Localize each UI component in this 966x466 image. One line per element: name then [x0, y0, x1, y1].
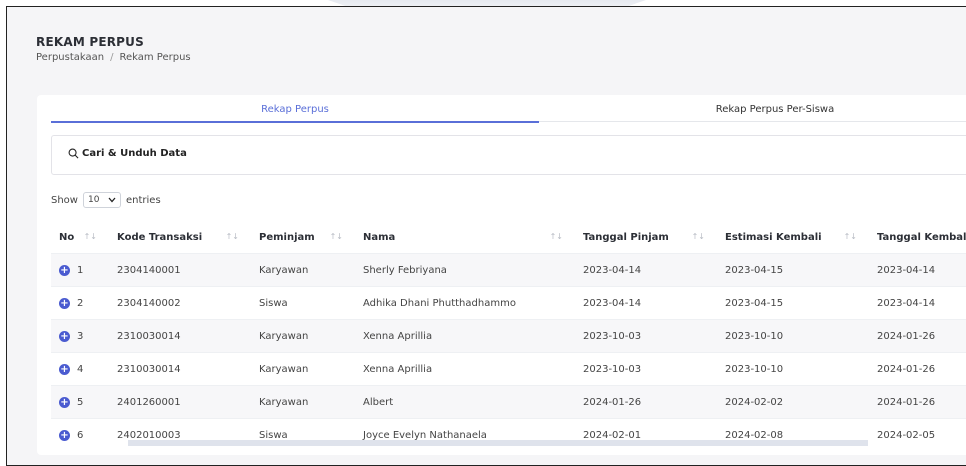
- peminjam-cell: Siswa: [251, 286, 355, 320]
- no-cell: +2: [51, 286, 109, 320]
- no-cell: +1: [51, 253, 109, 287]
- tanggal-pinjam-cell: 2023-10-03: [575, 352, 717, 386]
- peminjam-cell: Karyawan: [251, 319, 355, 353]
- column-header-nama[interactable]: Nama ↑↓: [355, 221, 575, 254]
- estimasi-kembali-cell: 2023-04-15: [717, 253, 869, 287]
- column-header-kode-transaksi[interactable]: Kode Transaksi ↑↓: [109, 221, 251, 254]
- estimasi-kembali-cell: 2023-10-10: [717, 352, 869, 386]
- peminjam-cell: Siswa: [251, 418, 355, 451]
- row-number: 6: [77, 429, 84, 441]
- table-header-row: No ↑↓ Kode Transaksi ↑↓ Peminjam ↑↓ Nama ↑↓ …: [51, 221, 966, 254]
- tanggal-pinjam-cell: 2024-01-26: [575, 385, 717, 419]
- chevron-down-icon: [108, 197, 116, 203]
- content-card: Rekap Perpus Rekap Perpus Per-Siswa Cari…: [37, 95, 966, 455]
- tanggal-kembali-cell: 2024-01-26: [869, 352, 966, 386]
- tab-bar: Rekap Perpus Rekap Perpus Per-Siswa: [51, 103, 966, 123]
- entries-control: Show 10 entries: [51, 192, 161, 208]
- nama-cell: Albert: [355, 385, 575, 419]
- breadcrumb-item-perpustakaan[interactable]: Perpustakaan: [36, 52, 104, 63]
- page-header: REKAM PERPUS Perpustakaan / Rekam Perpus: [36, 35, 191, 63]
- table-row: +6 2402010003 Siswa Joyce Evelyn Nathanaela…: [51, 418, 966, 451]
- search-panel: Cari & Unduh Data: [51, 135, 966, 175]
- no-cell: +5: [51, 385, 109, 419]
- no-cell: +6: [51, 418, 109, 451]
- show-label: Show: [51, 194, 78, 206]
- plus-circle-icon[interactable]: +: [59, 429, 70, 441]
- estimasi-kembali-cell: 2024-02-02: [717, 385, 869, 419]
- peminjam-cell: Karyawan: [251, 385, 355, 419]
- kode-transaksi-cell: 2310030014: [109, 319, 251, 353]
- search-download-button[interactable]: Cari & Unduh Data: [68, 148, 187, 159]
- breadcrumb-separator: /: [110, 52, 114, 63]
- decorative-overlay-bottom: [128, 440, 868, 446]
- no-cell: +4: [51, 352, 109, 386]
- plus-circle-icon[interactable]: +: [59, 297, 70, 309]
- column-header-tanggal-kembali[interactable]: Tanggal Kembali: [869, 221, 966, 254]
- sort-icon: ↑↓: [843, 232, 857, 241]
- search-icon: [68, 148, 79, 159]
- breadcrumb: Perpustakaan / Rekam Perpus: [36, 52, 191, 63]
- estimasi-kembali-cell: 2023-04-15: [717, 286, 869, 320]
- nama-cell: Sherly Febriyana: [355, 253, 575, 287]
- tanggal-kembali-cell: 2023-04-14: [869, 253, 966, 287]
- row-number: 2: [77, 297, 84, 309]
- kode-transaksi-cell: 2402010003: [109, 418, 251, 451]
- nama-cell: Xenna Aprillia: [355, 352, 575, 386]
- estimasi-kembali-cell: 2024-02-08: [717, 418, 869, 451]
- data-table: No ↑↓ Kode Transaksi ↑↓ Peminjam ↑↓ Nama ↑↓ …: [51, 221, 966, 451]
- tanggal-kembali-cell: 2024-02-05: [869, 418, 966, 451]
- column-header-tanggal-pinjam[interactable]: Tanggal Pinjam ↑↓: [575, 221, 717, 254]
- table-row: +1 2304140001 Karyawan Sherly Febriyana 2023…: [51, 253, 966, 287]
- column-header-no[interactable]: No ↑↓: [51, 221, 109, 254]
- kode-transaksi-cell: 2310030014: [109, 352, 251, 386]
- peminjam-cell: Karyawan: [251, 352, 355, 386]
- plus-circle-icon[interactable]: +: [59, 363, 70, 375]
- table-row: +4 2310030014 Karyawan Xenna Aprillia 2023-1…: [51, 352, 966, 386]
- column-header-estimasi-kembali[interactable]: Estimasi Kembali ↑↓: [717, 221, 869, 254]
- entries-label: entries: [125, 194, 161, 206]
- plus-circle-icon[interactable]: +: [59, 396, 70, 408]
- entries-select[interactable]: 10: [82, 192, 121, 208]
- tanggal-kembali-cell: 2024-01-26: [869, 319, 966, 353]
- kode-transaksi-cell: 2401260001: [109, 385, 251, 419]
- sort-icon: ↑↓: [691, 232, 705, 241]
- row-number: 5: [77, 396, 84, 408]
- kode-transaksi-cell: 2304140001: [109, 253, 251, 287]
- page-title: REKAM PERPUS: [36, 35, 144, 49]
- table-row: +3 2310030014 Karyawan Xenna Aprillia 2023-1…: [51, 319, 966, 353]
- tanggal-pinjam-cell: 2023-04-14: [575, 253, 717, 287]
- row-number: 4: [77, 363, 84, 375]
- sort-icon: ↑↓: [225, 232, 239, 241]
- column-header-peminjam[interactable]: Peminjam ↑↓: [251, 221, 355, 254]
- plus-circle-icon[interactable]: +: [59, 330, 70, 342]
- kode-transaksi-cell: 2304140002: [109, 286, 251, 320]
- tanggal-pinjam-cell: 2024-02-01: [575, 418, 717, 451]
- tanggal-kembali-cell: 2023-04-14: [869, 286, 966, 320]
- nama-cell: Joyce Evelyn Nathanaela: [355, 418, 575, 451]
- estimasi-kembali-cell: 2023-10-10: [717, 319, 869, 353]
- plus-circle-icon[interactable]: +: [59, 264, 70, 276]
- sort-icon: ↑↓: [549, 232, 563, 241]
- peminjam-cell: Karyawan: [251, 253, 355, 287]
- tanggal-kembali-cell: 2024-01-26: [869, 385, 966, 419]
- no-cell: +3: [51, 319, 109, 353]
- nama-cell: Xenna Aprillia: [355, 319, 575, 353]
- tanggal-pinjam-cell: 2023-04-14: [575, 286, 717, 320]
- app-frame: REKAM PERPUS Perpustakaan / Rekam Perpus R…: [6, 6, 966, 466]
- table-row: +2 2304140002 Siswa Adhika Dhani Phutthadha…: [51, 286, 966, 320]
- table-body: +1 2304140001 Karyawan Sherly Febriyana 2023…: [51, 253, 966, 451]
- tab-rekap-perpus-per-siswa[interactable]: Rekap Perpus Per-Siswa: [539, 103, 966, 122]
- breadcrumb-item-rekam-perpus: Rekam Perpus: [119, 52, 191, 63]
- tab-rekap-perpus[interactable]: Rekap Perpus: [51, 103, 539, 123]
- search-download-label: Cari & Unduh Data: [82, 148, 187, 159]
- row-number: 1: [77, 264, 84, 276]
- nama-cell: Adhika Dhani Phutthadhammo: [355, 286, 575, 320]
- sort-icon: ↑↓: [83, 232, 97, 241]
- tanggal-pinjam-cell: 2023-10-03: [575, 319, 717, 353]
- table-row: +5 2401260001 Karyawan Albert 2024-01-26 2024…: [51, 385, 966, 419]
- entries-select-value: 10: [87, 195, 100, 205]
- row-number: 3: [77, 330, 84, 342]
- sort-icon: ↑↓: [329, 232, 343, 241]
